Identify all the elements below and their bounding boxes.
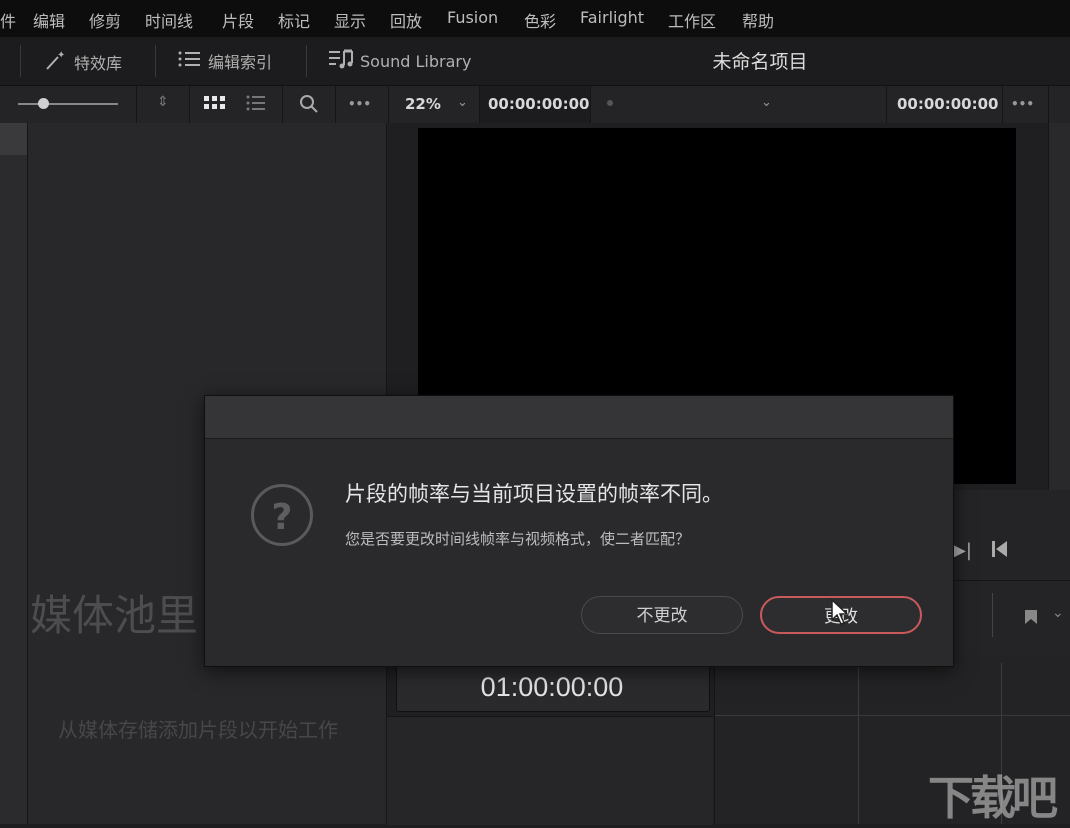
- music-note-icon: [328, 49, 354, 73]
- timeline-ruler: [715, 715, 1070, 716]
- viewer-side-panel: [1048, 123, 1070, 493]
- source-timecode: 00:00:00:00: [488, 95, 590, 113]
- menu-fusion[interactable]: Fusion: [447, 8, 498, 27]
- toolbar-divider: [20, 45, 21, 77]
- search-button[interactable]: [283, 86, 336, 123]
- mouse-cursor-icon: [830, 598, 850, 630]
- menu-help[interactable]: 帮助: [742, 8, 774, 32]
- clip-selector-dropdown[interactable]: ⌄: [591, 86, 887, 123]
- svg-text:✦: ✦: [57, 50, 65, 61]
- search-icon: [299, 94, 319, 118]
- menu-fairlight[interactable]: Fairlight: [580, 8, 644, 27]
- timeline-gridline: [858, 663, 859, 824]
- media-pool-empty-title: 媒体池里: [30, 591, 199, 640]
- dont-change-button[interactable]: 不更改: [581, 596, 743, 634]
- menu-color[interactable]: 色彩: [524, 8, 556, 32]
- menu-view[interactable]: 显示: [334, 8, 366, 32]
- chevron-down-icon: ⌄: [457, 95, 468, 110]
- chevron-down-icon: ⌄: [761, 95, 772, 110]
- go-to-start-icon[interactable]: [992, 540, 1008, 562]
- effects-library-label: 特效库: [74, 54, 123, 73]
- toolbar-divider: [992, 593, 993, 637]
- sound-library-label: Sound Library: [360, 51, 472, 71]
- question-icon: ?: [251, 484, 313, 546]
- toolbar-divider: [306, 45, 307, 77]
- media-pool-options-button[interactable]: •••: [336, 86, 389, 123]
- menu-file[interactable]: 件: [0, 8, 16, 32]
- more-options-icon: •••: [1011, 97, 1035, 111]
- dialog-title: 片段的帧率与当前项目设置的帧率不同。: [345, 482, 723, 506]
- list-view-icon[interactable]: [246, 95, 266, 115]
- zoom-value: 22%: [405, 95, 441, 113]
- record-timecode: 00:00:00:00: [897, 95, 999, 113]
- edit-index-button[interactable]: 编辑索引: [178, 49, 272, 73]
- zoom-dropdown[interactable]: 22% ⌄: [389, 86, 480, 123]
- menu-playback[interactable]: 回放: [390, 8, 422, 32]
- timeline-toolbar: ⌄: [952, 580, 1070, 656]
- left-sidebar: [0, 123, 28, 824]
- timeline-timecode: 01:00:00:00: [480, 672, 624, 702]
- menu-bar: 件 编辑 修剪 时间线 片段 标记 显示 回放 Fusion 色彩 Fairli…: [0, 0, 1070, 37]
- slider-handle[interactable]: [38, 98, 49, 109]
- next-frame-icon[interactable]: ▶|: [952, 540, 972, 561]
- grid-view-icon[interactable]: [204, 95, 226, 115]
- toolbar: ✦ 特效库 编辑索引 Sound Library 未命名项目: [0, 37, 1070, 86]
- sound-library-button[interactable]: Sound Library: [328, 49, 471, 73]
- watermark-logo: 下载吧: [928, 771, 1058, 825]
- project-title: 未命名项目: [712, 51, 808, 73]
- flag-marker-icon[interactable]: [1024, 609, 1038, 629]
- menu-clip[interactable]: 片段: [222, 8, 254, 32]
- dialog-message: 您是否要更改时间线帧率与视频格式，使二者匹配？: [345, 530, 691, 548]
- control-row: ⇕ ••• 22% ⌄ 00:00:00:00 ⌄ 00:00:00:00 ••…: [0, 86, 1070, 124]
- more-options-icon: •••: [348, 97, 372, 111]
- source-timecode-field[interactable]: 00:00:00:00: [480, 86, 591, 123]
- dialog-titlebar[interactable]: [205, 396, 953, 439]
- edit-index-label: 编辑索引: [208, 53, 273, 72]
- status-dot-icon: [607, 100, 613, 106]
- sort-arrows-icon: ⇕: [157, 94, 169, 110]
- list-icon: [178, 50, 202, 72]
- menu-trim[interactable]: 修剪: [89, 8, 121, 32]
- view-mode-toggle: [190, 86, 283, 123]
- transport-controls: ▶|: [950, 490, 1070, 580]
- menu-workspace[interactable]: 工作区: [668, 8, 716, 32]
- menu-edit[interactable]: 编辑: [33, 8, 65, 32]
- sidebar-tab[interactable]: [0, 123, 27, 155]
- menu-mark[interactable]: 标记: [278, 8, 310, 32]
- chevron-down-icon[interactable]: ⌄: [1052, 605, 1064, 621]
- toolbar-divider: [155, 45, 156, 77]
- thumbnail-size-slider[interactable]: [0, 86, 137, 123]
- record-timecode-field[interactable]: 00:00:00:00: [887, 86, 1003, 123]
- magic-wand-icon: ✦: [44, 49, 68, 75]
- menu-timeline[interactable]: 时间线: [145, 8, 193, 32]
- slider-track: [18, 103, 118, 105]
- sort-button[interactable]: ⇕: [137, 86, 190, 123]
- viewer-options-button[interactable]: •••: [1003, 86, 1049, 123]
- timeline-track-header: [387, 716, 713, 825]
- effects-library-button[interactable]: ✦ 特效库: [44, 49, 122, 75]
- media-pool-empty-hint: 从媒体存储添加片段以开始工作: [58, 718, 338, 742]
